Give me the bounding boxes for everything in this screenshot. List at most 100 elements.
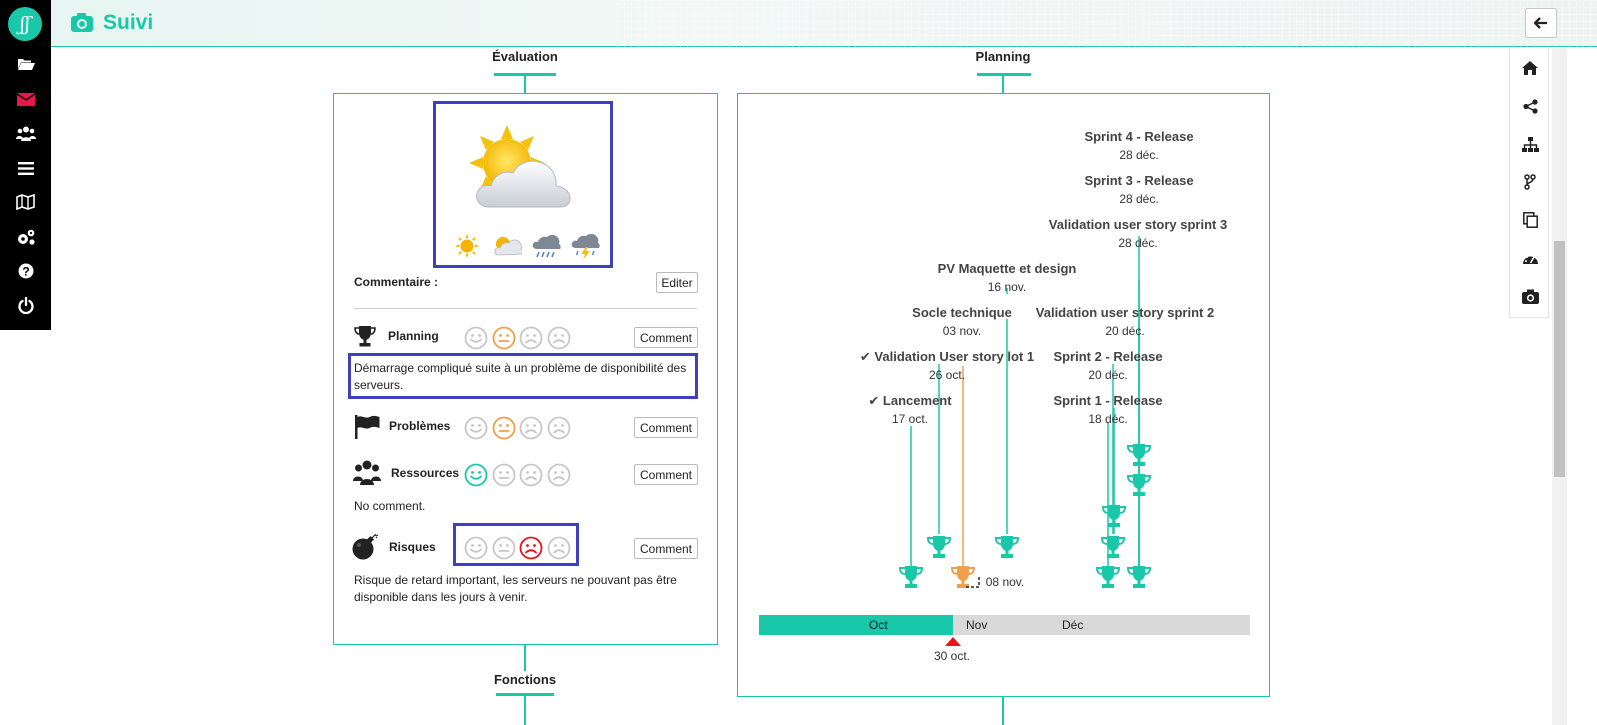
criterion-label-problemes: Problèmes: [389, 419, 451, 433]
neutral-face-icon[interactable]: [492, 536, 516, 565]
milestone-date: 20 déc.: [1088, 368, 1128, 382]
trophy-icon[interactable]: [1126, 566, 1152, 588]
map-icon[interactable]: [0, 187, 51, 217]
sad-face-icon[interactable]: [519, 536, 543, 565]
folder-open-icon[interactable]: [0, 49, 51, 79]
list-icon[interactable]: [0, 153, 51, 183]
power-icon[interactable]: [0, 290, 51, 320]
milestone-name[interactable]: Sprint 1 - Release: [1053, 393, 1162, 408]
connector-line: [1002, 75, 1004, 93]
weather-selector: [433, 101, 613, 268]
scrollbar-thumb[interactable]: [1554, 241, 1565, 477]
neutral-face-icon[interactable]: [492, 416, 516, 445]
rain-icon[interactable]: [531, 234, 561, 260]
milestone-date: 16 nov.: [987, 280, 1027, 294]
neutral-face-icon[interactable]: [492, 463, 516, 492]
sad-face-icon[interactable]: [547, 463, 571, 492]
today-marker-icon: [945, 637, 961, 646]
camera-icon[interactable]: [1510, 281, 1550, 311]
happy-face-icon[interactable]: [464, 463, 488, 492]
trophy-icon[interactable]: [950, 566, 976, 588]
planning-title: Planning: [975, 49, 1031, 64]
users-icon: [353, 460, 381, 485]
comment-button-problemes[interactable]: Comment: [634, 417, 698, 438]
criterion-note-risques: Risque de retard important, les serveurs…: [354, 573, 677, 604]
milestone-name[interactable]: Sprint 4 - Release: [1084, 129, 1193, 144]
functions-title: Fonctions: [493, 672, 557, 687]
trophy-icon[interactable]: [926, 536, 952, 558]
dashboard-icon[interactable]: [1510, 243, 1550, 273]
app-logo[interactable]: ʃʃ: [8, 7, 42, 41]
milestone-name[interactable]: Validation user story sprint 3: [1049, 217, 1227, 232]
top-header: Suivi: [51, 0, 1597, 47]
sad-face-icon[interactable]: [519, 326, 543, 355]
home-icon[interactable]: [1510, 53, 1550, 83]
storm-icon[interactable]: [570, 234, 600, 260]
milestone-name[interactable]: ✔ Lancement: [868, 393, 951, 409]
comment-button-planning[interactable]: Comment: [634, 327, 698, 348]
evaluation-panel: Commentaire : Editer Planning Comment Dé…: [333, 93, 718, 645]
trophy-icon[interactable]: [1101, 505, 1127, 527]
sad-face-icon[interactable]: [547, 416, 571, 445]
left-sidebar: ʃʃ ?: [0, 0, 51, 330]
trophy-icon[interactable]: [1100, 536, 1126, 558]
envelope-icon[interactable]: [0, 84, 51, 114]
sad-face-icon[interactable]: [519, 463, 543, 492]
planning-title-underline: [977, 73, 1031, 76]
sunny-icon[interactable]: [455, 234, 479, 258]
timeline-bar: Oct Nov Déc: [759, 615, 1250, 635]
happy-face-icon[interactable]: [464, 416, 488, 445]
milestone-name[interactable]: Sprint 2 - Release: [1053, 349, 1162, 364]
comment-button-ressources[interactable]: Comment: [634, 464, 698, 485]
bomb-icon: [352, 534, 379, 560]
milestone-date: 28 déc.: [1119, 192, 1159, 206]
collapse-panel-button[interactable]: [1525, 8, 1557, 38]
milestone-date: 20 déc.: [1105, 324, 1145, 338]
happy-face-icon[interactable]: [464, 326, 488, 355]
milestone-name[interactable]: ✔ Validation User story lot 1: [860, 349, 1034, 365]
cogs-icon[interactable]: [0, 222, 51, 252]
connector-line: [524, 75, 526, 93]
flag-icon: [355, 415, 380, 439]
late-milestone-date: 08 nov.: [985, 575, 1025, 589]
trophy-icon[interactable]: [898, 566, 924, 588]
milestone-name[interactable]: Socle technique: [912, 305, 1012, 320]
planning-panel: Oct Nov Déc 30 oct. Sprint 4 - Release 28…: [737, 93, 1270, 697]
neutral-face-icon[interactable]: [492, 326, 516, 355]
mood-selector-risques: [464, 536, 574, 560]
help-icon[interactable]: ?: [0, 256, 51, 286]
milestone-date: 28 déc.: [1118, 236, 1158, 250]
criterion-label-planning: Planning: [388, 329, 439, 343]
arrow-left-icon: [1534, 17, 1547, 29]
sitemap-icon[interactable]: [1510, 129, 1550, 159]
sad-face-icon[interactable]: [547, 536, 571, 565]
month-label: Oct: [869, 618, 888, 632]
trophy-icon[interactable]: [1095, 566, 1121, 588]
criterion-label-ressources: Ressources: [391, 466, 460, 480]
comment-button-risques[interactable]: Comment: [634, 538, 698, 559]
criterion-label-risques: Risques: [389, 540, 436, 554]
share-icon[interactable]: [1510, 91, 1550, 121]
happy-face-icon[interactable]: [464, 536, 488, 565]
connector-line: [1002, 697, 1004, 725]
page-scrollbar[interactable]: [1552, 48, 1567, 725]
milestone-date: 03 nov.: [942, 324, 982, 338]
trophy-icon[interactable]: [994, 536, 1020, 558]
sun-behind-cloud-icon: [469, 125, 571, 208]
milestone-name[interactable]: PV Maquette et design: [938, 261, 1077, 276]
milestone-date: 28 déc.: [1119, 148, 1159, 162]
divider: [354, 308, 697, 309]
mood-selector-planning: [464, 326, 574, 350]
milestone-name[interactable]: Sprint 3 - Release: [1084, 173, 1193, 188]
milestone-name[interactable]: Validation user story sprint 2: [1036, 305, 1214, 320]
edit-comment-button[interactable]: Editer: [656, 272, 698, 293]
mood-selector-problemes: [464, 416, 574, 440]
header-pattern: [617, 0, 1597, 47]
comment-label: Commentaire :: [354, 275, 439, 289]
branch-icon[interactable]: [1510, 167, 1550, 197]
sad-face-icon[interactable]: [547, 326, 571, 355]
users-icon[interactable]: [0, 118, 51, 148]
copy-icon[interactable]: [1510, 205, 1550, 235]
sun-behind-cloud-small-icon[interactable]: [492, 234, 522, 258]
sad-face-icon[interactable]: [519, 416, 543, 445]
